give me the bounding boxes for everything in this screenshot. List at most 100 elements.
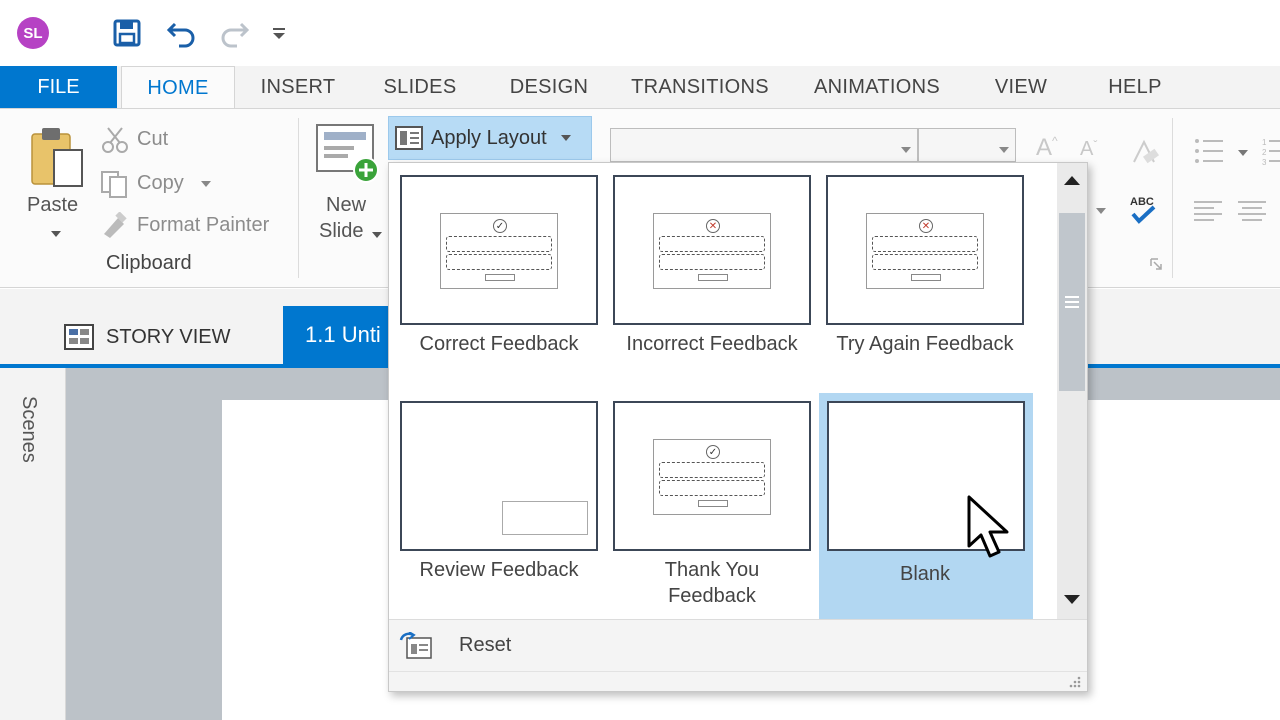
story-view-label: STORY VIEW [106,325,231,348]
ribbon-divider [298,118,299,278]
redo-button[interactable] [218,15,252,51]
paste-label[interactable]: Paste [27,194,78,217]
layout-thumbnail: ✓ [613,401,811,551]
layout-correct-feedback[interactable]: ✓ Correct Feedback [389,163,603,389]
reset-icon [399,632,432,659]
feedback-layer-preview: ✕ [653,213,771,289]
grow-font-icon[interactable]: A^ [1036,134,1058,162]
numbering-icon[interactable]: 123 [1262,136,1280,168]
new-slide-label-1[interactable]: New [326,194,366,217]
scroll-up-icon[interactable] [1064,175,1080,185]
undo-icon [166,22,195,48]
feedback-text-placeholder [659,480,765,496]
font-size-combo[interactable] [918,128,1016,162]
quick-access-toolbar: SL [0,0,1280,66]
format-painter-button[interactable]: Format Painter [137,214,269,237]
tab-view[interactable]: VIEW [980,66,1062,108]
layout-thumbnail [400,401,598,551]
customize-toolbar-button[interactable] [262,15,296,51]
clipboard-group-label: Clipboard [106,252,192,274]
tab-help[interactable]: HELP [1096,66,1174,108]
tab-home[interactable]: HOME [121,66,235,109]
ribbon-divider [1172,118,1173,278]
svg-text:3: 3 [1262,158,1267,167]
undo-button[interactable] [164,15,198,51]
tab-story-view[interactable]: STORY VIEW [40,312,230,362]
cut-button[interactable]: Cut [137,128,168,151]
clear-formatting-icon[interactable] [1128,136,1160,168]
app-logo: SL [17,17,49,49]
paste-dropdown-icon[interactable] [50,230,62,238]
feedback-text-placeholder [659,462,765,478]
x-icon: ✕ [706,219,720,233]
font-family-combo[interactable] [610,128,918,162]
copy-dropdown-icon[interactable] [200,180,212,188]
layout-gallery: ✓ Correct Feedback ✕ Incorrect Feedback [389,163,1057,619]
new-slide-button[interactable] [316,124,382,186]
feedback-text-placeholder [659,236,765,252]
align-left-icon[interactable] [1194,200,1222,222]
feedback-layer-preview: ✕ [866,213,984,289]
x-icon: ✕ [919,219,933,233]
tab-design[interactable]: DESIGN [494,66,604,108]
scrollbar-thumb[interactable] [1059,213,1085,391]
spelling-icon[interactable]: ABC [1128,194,1160,228]
dropdown-resize-bar [389,671,1087,691]
layout-label: Blank [899,563,951,585]
bullets-dropdown-icon[interactable] [1238,150,1248,157]
new-slide-dropdown-icon[interactable] [372,232,382,239]
tab-file[interactable]: FILE [0,66,117,108]
reset-label: Reset [459,634,512,656]
review-text-placeholder [502,501,588,535]
layout-label-line2: Feedback [668,585,756,607]
reset-layout-item[interactable]: Reset [389,619,1087,671]
story-view-icon [64,324,94,350]
paste-button[interactable] [26,124,88,192]
feedback-button-preview [698,500,728,507]
new-slide-label-2[interactable]: Slide [319,220,363,243]
font-dialog-launcher-icon[interactable] [1150,258,1162,270]
gallery-scrollbar[interactable] [1057,163,1087,619]
feedback-text-placeholder [446,236,552,252]
feedback-layer-preview: ✓ [440,213,558,289]
save-icon [113,19,141,47]
layout-thank-you-feedback[interactable]: ✓ Thank You Feedback [602,389,816,615]
customize-dropdown-icon [273,28,285,39]
layout-incorrect-feedback[interactable]: ✕ Incorrect Feedback [602,163,816,389]
scroll-down-icon[interactable] [1064,595,1080,605]
feedback-button-preview [698,274,728,281]
check-icon: ✓ [706,445,720,459]
font-family-dropdown-icon [901,147,911,153]
apply-layout-button[interactable]: Apply Layout [388,116,592,160]
paste-icon [31,128,83,187]
apply-layout-label: Apply Layout [431,126,547,149]
bullets-icon[interactable] [1194,136,1226,168]
layout-gallery-dropdown: ✓ Correct Feedback ✕ Incorrect Feedback [388,162,1088,692]
ribbon-dropdown-icon[interactable] [1096,208,1106,215]
resize-grip-icon[interactable] [1069,676,1081,688]
layout-try-again-feedback[interactable]: ✕ Try Again Feedback [815,163,1029,389]
layout-label: Incorrect Feedback [626,333,798,355]
shrink-font-icon[interactable]: Aˇ [1080,138,1097,161]
svg-text:ABC: ABC [1130,196,1154,208]
svg-text:1: 1 [1262,138,1267,147]
tab-slides[interactable]: SLIDES [370,66,470,108]
feedback-text-placeholder [872,254,978,270]
grip-icon [1065,296,1079,308]
feedback-text-placeholder [446,254,552,270]
layout-icon [395,126,423,150]
mouse-pointer-icon [967,495,1009,558]
layout-label: Review Feedback [419,559,579,581]
redo-icon [221,22,250,48]
tab-insert[interactable]: INSERT [248,66,348,108]
feedback-text-placeholder [659,254,765,270]
scenes-label[interactable]: Scenes [17,396,40,463]
save-button[interactable] [110,15,144,51]
layout-label: Thank You [664,559,760,581]
tab-transitions[interactable]: TRANSITIONS [622,66,778,108]
copy-button[interactable]: Copy [137,172,184,195]
align-center-icon[interactable] [1238,200,1266,222]
tab-animations[interactable]: ANIMATIONS [800,66,954,108]
layout-review-feedback[interactable]: Review Feedback [389,389,603,615]
check-icon: ✓ [493,219,507,233]
